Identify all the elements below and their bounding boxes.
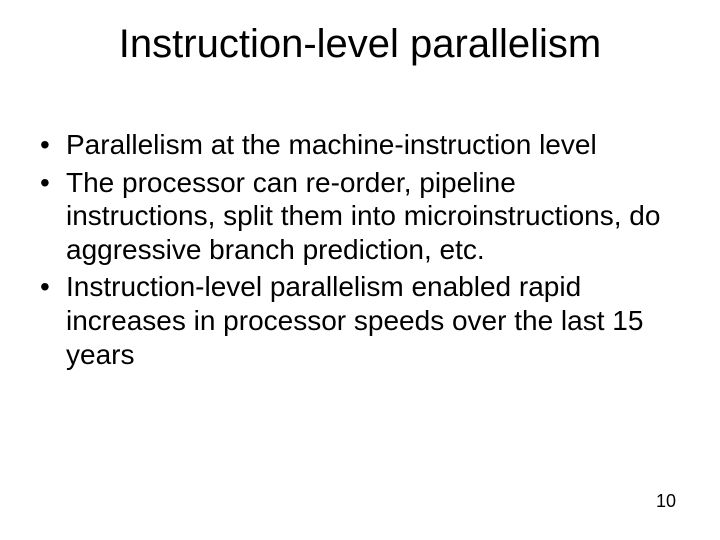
slide: Instruction-level parallelism Parallelis…	[0, 0, 720, 540]
page-number: 10	[656, 491, 676, 512]
bullet-item: Parallelism at the machine-instruction l…	[38, 128, 670, 162]
bullet-item: Instruction-level parallelism enabled ra…	[38, 270, 670, 371]
bullet-list: Parallelism at the machine-instruction l…	[38, 128, 670, 371]
bullet-item: The processor can re-order, pipeline ins…	[38, 166, 670, 267]
slide-body: Parallelism at the machine-instruction l…	[38, 128, 670, 375]
slide-title: Instruction-level parallelism	[0, 22, 720, 67]
